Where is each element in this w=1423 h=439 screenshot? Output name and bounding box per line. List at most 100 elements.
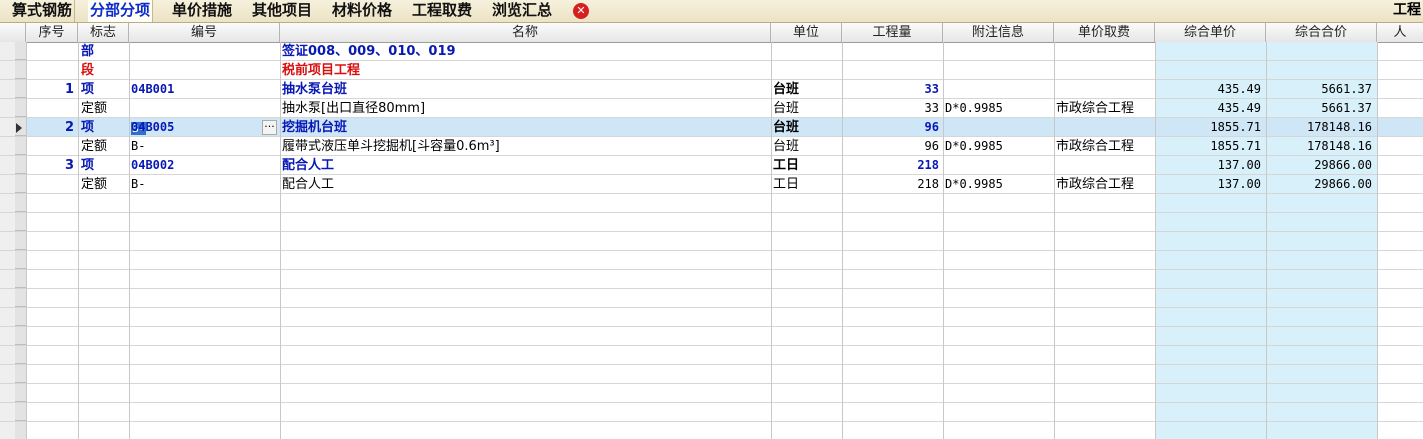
cell-fee[interactable]: 市政综合工程 [1056,137,1152,156]
cell-fee[interactable]: 市政综合工程 [1056,99,1152,118]
cell-price[interactable]: 1855.71 [1157,137,1261,156]
row-selector[interactable] [15,365,26,383]
cell-seq[interactable] [28,61,74,80]
row-selector[interactable] [15,289,26,307]
row-selector[interactable] [15,213,26,231]
cell-code[interactable]: B- [131,175,259,194]
cell-qty[interactable] [844,42,939,61]
cell-flag[interactable]: 项 [81,80,127,99]
header-labor[interactable]: 人 [1377,23,1423,42]
cell-price[interactable] [1157,42,1261,61]
header-quantity[interactable]: 工程量 [842,23,943,42]
row-selector[interactable] [15,61,26,79]
tab-project-fees[interactable]: 工程取费 [410,0,474,22]
cell-qty[interactable] [844,61,939,80]
cell-flag[interactable]: 定额 [81,99,127,118]
row-selector[interactable] [15,42,26,60]
row-selector[interactable] [15,384,26,402]
header-seq[interactable]: 序号 [26,23,78,42]
cell-unit[interactable]: 台班 [773,99,839,118]
row-selector[interactable] [15,251,26,269]
cell-unit[interactable] [773,42,839,61]
cell-unit[interactable] [773,61,839,80]
row-selector[interactable] [15,175,26,193]
cell-flag[interactable]: 项 [81,156,127,175]
cell-flag[interactable]: 部 [81,42,127,61]
cell-name[interactable]: 履带式液压单斗挖掘机[斗容量0.6m³] [282,137,768,156]
cell-name[interactable]: 抽水泵台班 [282,80,768,99]
cell-total[interactable]: 5661.37 [1268,80,1372,99]
cell-price[interactable] [1157,61,1261,80]
cell-note[interactable] [945,80,1051,99]
cell-price[interactable]: 137.00 [1157,156,1261,175]
cell-unit[interactable]: 工日 [773,175,839,194]
row-selector[interactable] [15,346,26,364]
cell-seq[interactable] [28,175,74,194]
right-tab-label[interactable]: 工程 [1393,0,1421,21]
header-name[interactable]: 名称 [280,23,771,42]
tab-material-prices[interactable]: 材料价格 [330,0,394,22]
cell-flag[interactable]: 定额 [81,175,127,194]
cell-name[interactable]: 抽水泵[出口直径80mm] [282,99,768,118]
cell-total[interactable] [1268,42,1372,61]
cell-total[interactable]: 29866.00 [1268,156,1372,175]
cell-seq[interactable]: 2 [28,118,74,137]
cell-qty[interactable]: 218 [844,175,939,194]
row-selector[interactable] [15,137,26,155]
cell-price[interactable]: 137.00 [1157,175,1261,194]
cell-fee[interactable]: 市政综合工程 [1056,175,1152,194]
cell-flag[interactable]: 定额 [81,137,127,156]
row-selector[interactable] [15,270,26,288]
cell-unit[interactable]: 台班 [773,80,839,99]
cell-qty[interactable]: 33 [844,80,939,99]
header-total-price[interactable]: 综合合价 [1266,23,1377,42]
cell-total[interactable]: 178148.16 [1268,137,1372,156]
row-selector[interactable] [15,327,26,345]
cell-note[interactable] [945,61,1051,80]
cell-qty[interactable]: 96 [844,137,939,156]
cell-note[interactable] [945,42,1051,61]
header-note[interactable]: 附注信息 [943,23,1054,42]
cell-price[interactable]: 435.49 [1157,99,1261,118]
cell-note[interactable]: D*0.9985 [945,137,1051,156]
cell-fee[interactable] [1056,80,1152,99]
cell-seq[interactable] [28,42,74,61]
cell-unit[interactable]: 台班 [773,118,839,137]
tab-sub-items[interactable]: 分部分项 [88,0,154,22]
close-icon[interactable]: ✕ [573,3,589,19]
tab-other-items[interactable]: 其他项目 [250,0,314,22]
header-fee[interactable]: 单价取费 [1054,23,1155,42]
cell-total[interactable]: 5661.37 [1268,99,1372,118]
cell-seq[interactable]: 3 [28,156,74,175]
row-selector[interactable] [15,422,26,439]
tab-formula-rebar[interactable]: 算式钢筋 [10,0,76,22]
cell-name[interactable]: 配合人工 [282,156,768,175]
cell-fee[interactable] [1056,118,1152,137]
cell-code[interactable] [131,61,259,80]
cell-name[interactable]: 税前项目工程 [282,61,768,80]
cell-name[interactable]: 挖掘机台班 [282,118,768,137]
cell-code[interactable] [131,42,259,61]
cell-flag[interactable]: 项 [81,118,127,137]
row-selector[interactable] [15,308,26,326]
cell-code[interactable]: 04B005 [131,118,259,137]
row-selector[interactable] [15,232,26,250]
cell-name[interactable]: 签证008、009、010、019 [282,42,768,61]
cell-total[interactable]: 29866.00 [1268,175,1372,194]
header-code[interactable]: 编号 [129,23,280,42]
cell-name[interactable]: 配合人工 [282,175,768,194]
cell-fee[interactable] [1056,42,1152,61]
header-unit-price[interactable]: 综合单价 [1155,23,1266,42]
cell-seq[interactable] [28,137,74,156]
cell-code[interactable]: B- [131,137,259,156]
cell-price[interactable]: 435.49 [1157,80,1261,99]
row-selector[interactable] [15,99,26,117]
cell-note[interactable]: D*0.9985 [945,175,1051,194]
cell-unit[interactable]: 台班 [773,137,839,156]
row-selector[interactable] [15,403,26,421]
row-selector[interactable] [15,194,26,212]
tab-browse-summary[interactable]: 浏览汇总 [490,0,554,22]
header-unit[interactable]: 单位 [771,23,842,42]
cell-qty[interactable]: 96 [844,118,939,137]
tab-unit-measures[interactable]: 单价措施 [170,0,234,22]
